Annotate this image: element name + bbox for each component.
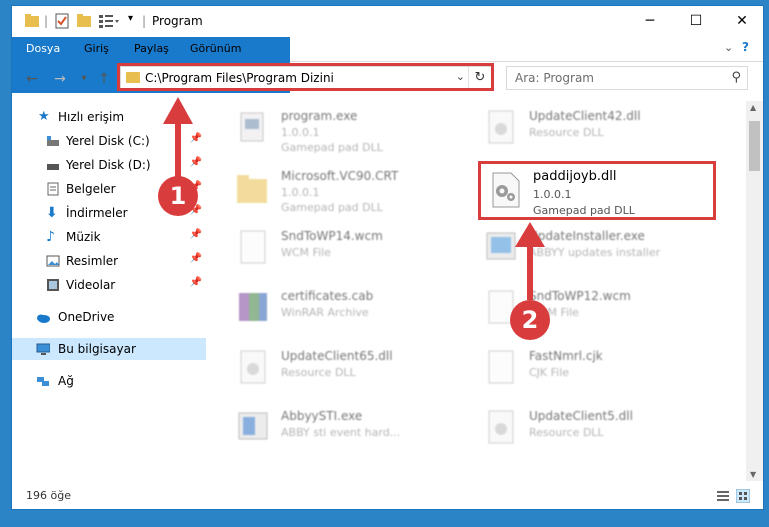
step-2-badge: 2 bbox=[510, 300, 550, 340]
annotation-arrows bbox=[163, 97, 545, 300]
arrow-1-head bbox=[163, 97, 193, 124]
arrow-2-head bbox=[515, 222, 545, 247]
step-1-badge: 1 bbox=[158, 176, 198, 216]
